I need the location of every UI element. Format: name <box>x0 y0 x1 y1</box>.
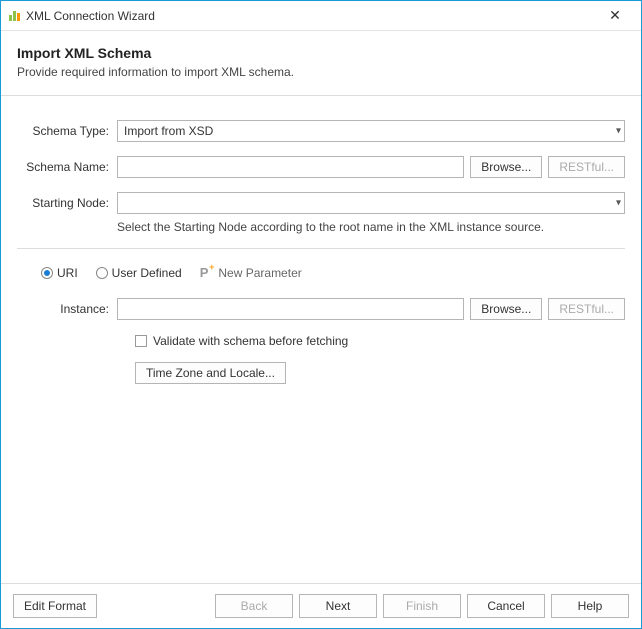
validate-label: Validate with schema before fetching <box>153 334 348 348</box>
cancel-button[interactable]: Cancel <box>467 594 545 618</box>
radio-dot-icon <box>96 267 108 279</box>
wizard-header: Import XML Schema Provide required infor… <box>1 31 641 96</box>
page-title: Import XML Schema <box>17 45 625 61</box>
finish-button[interactable]: Finish <box>383 594 461 618</box>
parameter-icon: P <box>200 265 209 280</box>
radio-uri-label: URI <box>57 266 78 280</box>
timezone-locale-button[interactable]: Time Zone and Locale... <box>135 362 286 384</box>
schema-type-value: Import from XSD <box>117 120 625 142</box>
starting-node-label: Starting Node: <box>17 196 117 210</box>
schema-type-select[interactable]: Import from XSD ▾ <box>117 120 625 142</box>
section-divider <box>17 248 625 249</box>
starting-node-value <box>117 192 625 214</box>
radio-user-defined-label: User Defined <box>112 266 182 280</box>
help-button[interactable]: Help <box>551 594 629 618</box>
checkbox-icon <box>135 335 147 347</box>
validate-checkbox-row[interactable]: Validate with schema before fetching <box>135 334 625 348</box>
title-bar: XML Connection Wizard ✕ <box>1 1 641 31</box>
instance-label: Instance: <box>17 302 117 316</box>
wizard-content: Schema Type: Import from XSD ▾ Schema Na… <box>1 96 641 583</box>
instance-browse-button[interactable]: Browse... <box>470 298 542 320</box>
page-subtitle: Provide required information to import X… <box>17 65 625 79</box>
instance-restful-button[interactable]: RESTful... <box>548 298 625 320</box>
back-button[interactable]: Back <box>215 594 293 618</box>
schema-name-restful-button[interactable]: RESTful... <box>548 156 625 178</box>
starting-node-hint: Select the Starting Node according to th… <box>117 220 625 234</box>
starting-node-select[interactable]: ▾ <box>117 192 625 214</box>
radio-user-defined[interactable]: User Defined <box>96 266 182 280</box>
schema-name-label: Schema Name: <box>17 160 117 174</box>
new-parameter-button[interactable]: P New Parameter <box>200 265 302 280</box>
app-icon <box>9 11 20 21</box>
source-radio-group: URI User Defined P New Parameter <box>41 265 625 280</box>
instance-input[interactable] <box>117 298 464 320</box>
window-title: XML Connection Wizard <box>26 9 595 23</box>
edit-format-button[interactable]: Edit Format <box>13 594 97 618</box>
schema-type-label: Schema Type: <box>17 124 117 138</box>
new-parameter-label: New Parameter <box>218 266 301 280</box>
close-icon[interactable]: ✕ <box>595 7 635 24</box>
radio-uri[interactable]: URI <box>41 266 78 280</box>
radio-dot-icon <box>41 267 53 279</box>
schema-name-browse-button[interactable]: Browse... <box>470 156 542 178</box>
wizard-footer: Edit Format Back Next Finish Cancel Help <box>1 583 641 628</box>
next-button[interactable]: Next <box>299 594 377 618</box>
schema-name-input[interactable] <box>117 156 464 178</box>
